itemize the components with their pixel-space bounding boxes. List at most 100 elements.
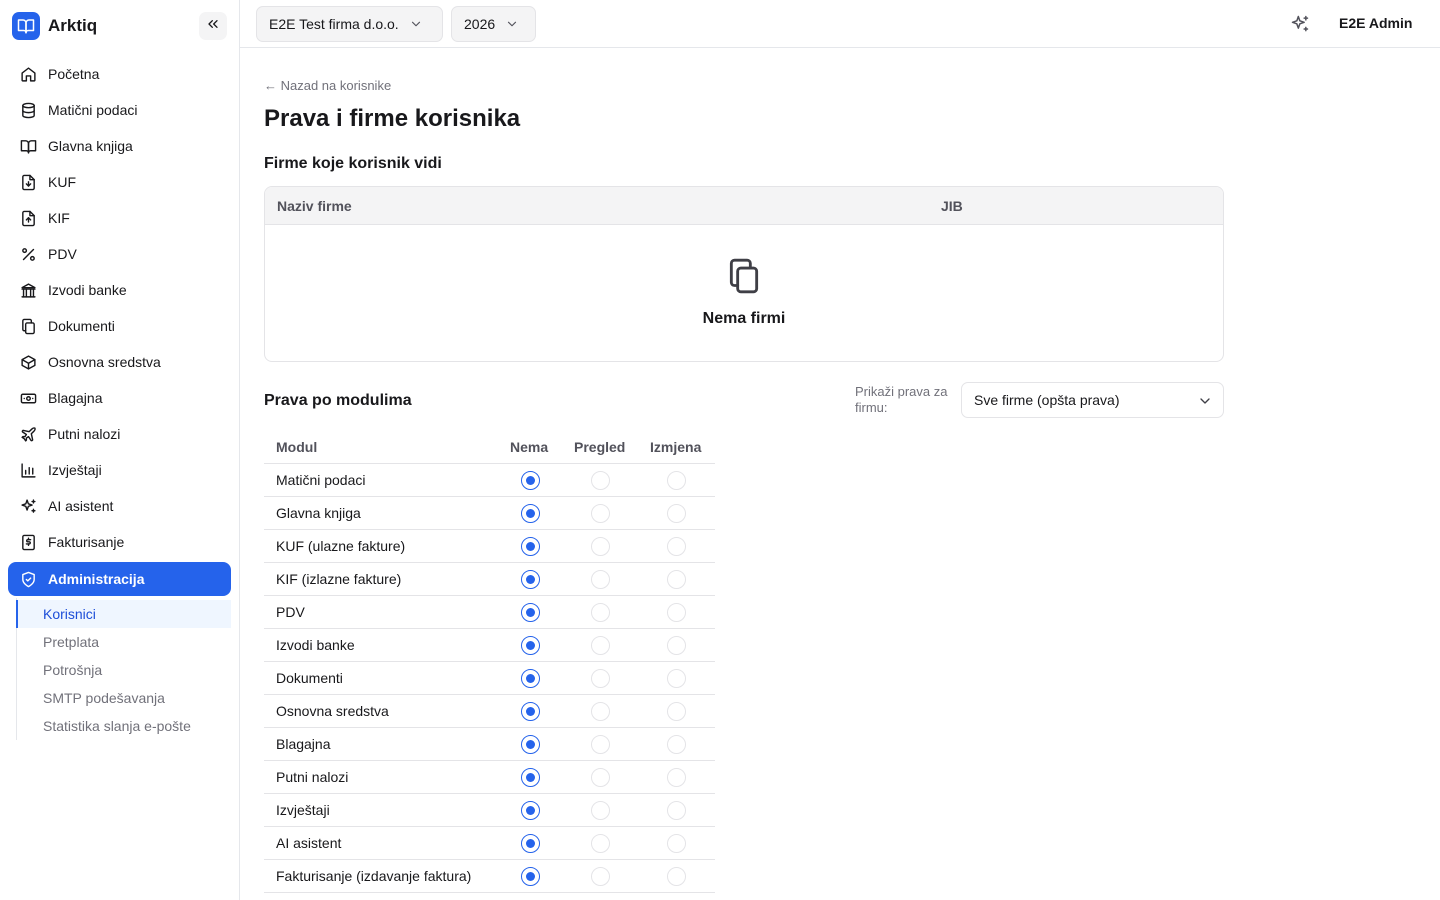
sidebar-item-pocetna[interactable]: Početna <box>8 56 231 92</box>
firm-filter-value: Sve firme (opšta prava) <box>974 392 1120 408</box>
radio-nema[interactable] <box>521 504 540 523</box>
book-icon <box>19 137 37 155</box>
radio-izmjena[interactable] <box>667 801 686 820</box>
sidebar-item-osnovna-sredstva[interactable]: Osnovna sredstva <box>8 344 231 380</box>
company-select[interactable]: E2E Test firma d.o.o. <box>256 6 443 42</box>
sidebar-item-glavna-knjiga[interactable]: Glavna knjiga <box>8 128 231 164</box>
sidebar-item-label: KUF <box>48 174 76 190</box>
radio-pregled[interactable] <box>591 768 610 787</box>
year-select[interactable]: 2026 <box>451 6 536 42</box>
firm-filter-label: Prikaži prava za firmu: <box>855 384 948 415</box>
sidebar-item-kuf[interactable]: KUF <box>8 164 231 200</box>
radio-izmjena[interactable] <box>667 735 686 754</box>
permission-options <box>498 563 715 596</box>
sidebar-item-label: Blagajna <box>48 390 103 406</box>
radio-pregled[interactable] <box>591 504 610 523</box>
topbar: E2E Test firma d.o.o. 2026 E2E Admin <box>240 0 1440 48</box>
sidebar-item-fakturisanje[interactable]: Fakturisanje <box>8 524 231 560</box>
company-select-value: E2E Test firma d.o.o. <box>269 16 399 32</box>
subnav-item-smtp[interactable]: SMTP podešavanja <box>17 684 231 712</box>
invoice-dollar-icon <box>19 533 37 551</box>
radio-pregled[interactable] <box>591 735 610 754</box>
permission-options <box>498 464 715 497</box>
database-icon <box>19 101 37 119</box>
firm-filter-select[interactable]: Sve firme (opšta prava) <box>961 382 1224 418</box>
radio-nema[interactable] <box>521 636 540 655</box>
table-row: Glavna knjiga <box>264 497 715 530</box>
radio-pregled[interactable] <box>591 636 610 655</box>
radio-nema[interactable] <box>521 735 540 754</box>
documents-icon <box>19 317 37 335</box>
radio-izmjena[interactable] <box>667 636 686 655</box>
back-link[interactable]: ← Nazad na korisnike <box>264 78 391 93</box>
radio-nema[interactable] <box>521 867 540 886</box>
radio-nema[interactable] <box>521 768 540 787</box>
permissions-rows: Matični podaci Glavna knjiga KUF (ulazne f… <box>264 464 715 893</box>
sidebar-item-izvjestaji[interactable]: Izvještaji <box>8 452 231 488</box>
radio-izmjena[interactable] <box>667 603 686 622</box>
sidebar-item-kif[interactable]: KIF <box>8 200 231 236</box>
sidebar-item-label: Putni nalozi <box>48 426 121 442</box>
radio-izmjena[interactable] <box>667 504 686 523</box>
radio-nema[interactable] <box>521 537 540 556</box>
collapse-sidebar-button[interactable] <box>199 12 227 40</box>
user-menu[interactable]: E2E Admin <box>1339 15 1412 31</box>
year-select-value: 2026 <box>464 16 496 32</box>
radio-pregled[interactable] <box>591 834 610 853</box>
sidebar-item-dokumenti[interactable]: Dokumenti <box>8 308 231 344</box>
column-header-jib: JIB <box>941 198 963 214</box>
radio-pregled[interactable] <box>591 669 610 688</box>
sparkles-icon[interactable] <box>1290 14 1310 34</box>
radio-izmjena[interactable] <box>667 570 686 589</box>
module-name: Izvještaji <box>264 794 498 827</box>
radio-nema[interactable] <box>521 801 540 820</box>
radio-nema[interactable] <box>521 669 540 688</box>
table-row: Fakturisanje (izdavanje faktura) <box>264 860 715 893</box>
radio-pregled[interactable] <box>591 702 610 721</box>
radio-izmjena[interactable] <box>667 867 686 886</box>
radio-nema[interactable] <box>521 570 540 589</box>
radio-izmjena[interactable] <box>667 669 686 688</box>
sidebar-item-ai-asistent[interactable]: AI asistent <box>8 488 231 524</box>
radio-nema[interactable] <box>521 471 540 490</box>
radio-pregled[interactable] <box>591 867 610 886</box>
book-open-icon <box>12 12 40 40</box>
permission-options <box>498 695 715 728</box>
radio-pregled[interactable] <box>591 570 610 589</box>
sidebar-item-putni-nalozi[interactable]: Putni nalozi <box>8 416 231 452</box>
plane-icon <box>19 425 37 443</box>
radio-pregled[interactable] <box>591 537 610 556</box>
radio-pregled[interactable] <box>591 603 610 622</box>
sidebar-item-izvodi-banke[interactable]: Izvodi banke <box>8 272 231 308</box>
sidebar-item-blagajna[interactable]: Blagajna <box>8 380 231 416</box>
subnav-item-statistika[interactable]: Statistika slanja e-pošte <box>17 712 231 740</box>
table-row: PDV <box>264 596 715 629</box>
radio-nema[interactable] <box>521 702 540 721</box>
sidebar: Arktiq Početna Matični podaci Glavna knj… <box>0 0 240 900</box>
brand[interactable]: Arktiq <box>12 12 97 40</box>
subnav-item-potrosnja[interactable]: Potrošnja <box>17 656 231 684</box>
table-row: KUF (ulazne fakture) <box>264 530 715 563</box>
shield-icon <box>19 570 37 588</box>
radio-izmjena[interactable] <box>667 702 686 721</box>
sidebar-item-label: KIF <box>48 210 70 226</box>
sidebar-item-label: Izvještaji <box>48 462 102 478</box>
sidebar-item-administracija[interactable]: Administracija <box>8 562 231 596</box>
radio-pregled[interactable] <box>591 801 610 820</box>
subnav-item-korisnici[interactable]: Korisnici <box>16 600 231 628</box>
subnav-item-pretplata[interactable]: Pretplata <box>17 628 231 656</box>
radio-izmjena[interactable] <box>667 537 686 556</box>
radio-nema[interactable] <box>521 603 540 622</box>
sidebar-item-pdv[interactable]: PDV <box>8 236 231 272</box>
radio-pregled[interactable] <box>591 471 610 490</box>
radio-nema[interactable] <box>521 834 540 853</box>
permission-options <box>498 728 715 761</box>
radio-izmjena[interactable] <box>667 768 686 787</box>
chevron-down-icon <box>1197 393 1213 409</box>
radio-izmjena[interactable] <box>667 834 686 853</box>
radio-izmjena[interactable] <box>667 471 686 490</box>
permission-options <box>498 827 715 860</box>
copy-icon <box>725 257 763 295</box>
sidebar-item-maticni-podaci[interactable]: Matični podaci <box>8 92 231 128</box>
percent-icon <box>19 245 37 263</box>
